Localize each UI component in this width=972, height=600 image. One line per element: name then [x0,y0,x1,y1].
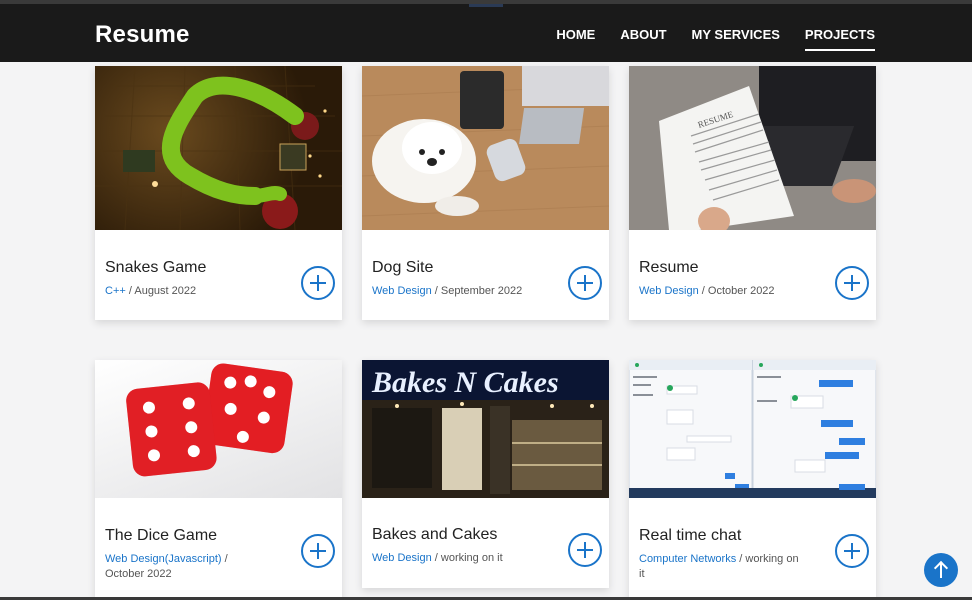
project-meta: Computer Networks / working on it [639,552,799,582]
project-card-dice[interactable]: The Dice Game Web Design(Javascript) / O… [95,360,342,600]
dice-illustration [126,363,293,477]
nav-projects[interactable]: PROJECTS [804,27,876,51]
project-date: / October 2022 [698,285,775,297]
project-category[interactable]: C++ [105,285,126,297]
project-category[interactable]: Computer Networks [639,553,736,565]
top-navbar: Resume HOME ABOUT MY SERVICES PROJECTS [0,0,972,62]
project-meta: Web Design / October 2022 [639,284,799,299]
expand-plus-icon[interactable] [568,266,602,300]
project-date: / working on it [431,552,503,564]
project-card-resume[interactable]: RESUME Resume Web Design / October 2022 [629,66,876,320]
project-title[interactable]: Resume [639,259,699,277]
project-category[interactable]: Web Design(Javascript) [105,553,222,565]
nav-my-services[interactable]: MY SERVICES [692,27,780,48]
nav-about[interactable]: ABOUT [620,27,666,48]
project-title[interactable]: Bakes and Cakes [372,526,497,544]
project-title[interactable]: Dog Site [372,259,433,277]
project-meta: Web Design / working on it [372,551,532,566]
project-card-snakes[interactable]: Snakes Game C++ / August 2022 [95,66,342,320]
top-accent [469,4,503,7]
expand-plus-icon[interactable] [835,266,869,300]
bakes-sign-text: Bakes N Cakes [371,366,559,399]
project-meta: C++ / August 2022 [105,284,235,299]
project-meta: Web Design / September 2022 [372,284,532,299]
project-date: / September 2022 [431,285,523,297]
project-image-bakes[interactable]: Bakes N Cakes [362,360,609,498]
expand-plus-icon[interactable] [301,266,335,300]
brand-logo[interactable]: Resume [95,21,190,49]
project-image-dice[interactable] [95,360,342,498]
project-image-dog[interactable] [362,66,609,230]
project-title[interactable]: Real time chat [639,527,741,545]
chat-screenshot-illustration [629,360,876,498]
project-image-chat[interactable] [629,360,876,498]
expand-plus-icon[interactable] [568,533,602,567]
resume-illustration: RESUME [629,66,876,230]
project-meta: Web Design(Javascript) / October 2022 [105,552,235,582]
project-category[interactable]: Web Design [372,285,432,297]
project-title[interactable]: Snakes Game [105,259,206,277]
scroll-to-top-arrow-icon[interactable] [924,553,958,587]
bakery-illustration: Bakes N Cakes [362,360,609,498]
project-image-resume[interactable]: RESUME [629,66,876,230]
project-title[interactable]: The Dice Game [105,527,217,545]
project-card-bakes[interactable]: Bakes N Cakes Bakes and Cakes Web Design… [362,360,609,588]
snake-illustration [95,66,342,230]
project-card-dog[interactable]: Dog Site Web Design / September 2022 [362,66,609,320]
project-date: / August 2022 [125,285,197,297]
project-image-snakes[interactable] [95,66,342,230]
project-card-chat[interactable]: Real time chat Computer Networks / worki… [629,360,876,600]
dog-illustration [362,66,609,217]
project-category[interactable]: Web Design [372,552,432,564]
expand-plus-icon[interactable] [301,534,335,568]
expand-plus-icon[interactable] [835,534,869,568]
project-category[interactable]: Web Design [639,285,699,297]
nav-home[interactable]: HOME [556,27,595,48]
main-nav: HOME ABOUT MY SERVICES PROJECTS [556,27,876,51]
